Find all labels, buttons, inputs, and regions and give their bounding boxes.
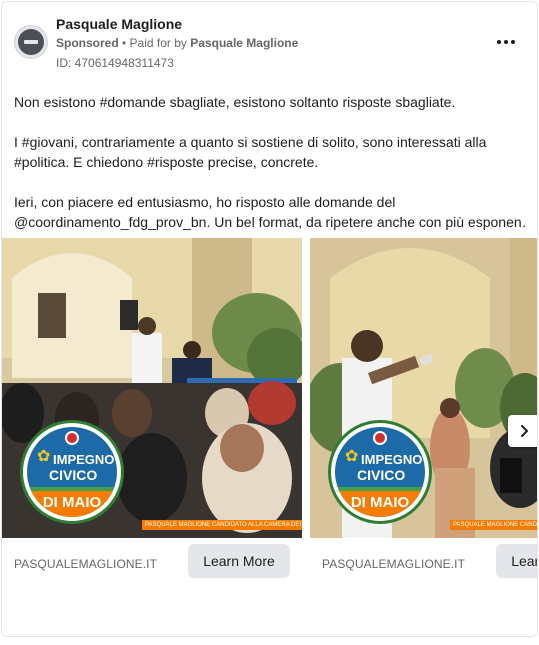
logo-text: CIVICO [49,467,98,483]
body-paragraph: Non esistono #domande sbagliate, esiston… [14,94,456,110]
logo-text: DI MAIO [350,494,410,511]
blocked-avatar-icon [18,29,44,55]
bee-icon: ✿ [345,448,359,465]
carousel-slide[interactable]: ✿ IMPEGNO CIVICO DI MAIO PASQUALE MAGLIO… [310,238,537,538]
logo-text: CIVICO [357,467,406,483]
ad-carousel[interactable]: ✿ IMPEGNO CIVICO DI MAIO PASQUALE MAGLIO… [2,238,537,538]
body-line: @coordinamento_fdg_prov_bn. Un bel forma… [14,214,528,230]
paid-for-by-label: Paid for by [129,36,187,50]
sponsored-post-card: Pasquale Maglione Sponsored • Paid for b… [1,1,538,637]
logo-text: IMPEGNO [53,452,115,467]
impegno-civico-logo: ✿ IMPEGNO CIVICO DI MAIO [328,420,432,524]
link-domain[interactable]: PASQUALEMAGLIONE.IT [322,557,465,571]
logo-text: IMPEGNO [361,452,423,467]
link-domain[interactable]: PASQUALEMAGLIONE.IT [14,557,157,571]
more-options-button[interactable] [493,32,519,52]
learn-more-button[interactable]: Learn More [188,544,290,578]
body-paragraph: Ieri, con piacere ed entusiasmo, ho risp… [14,192,528,232]
payer-name: Pasquale Maglione [190,36,299,50]
image-caption-bar: PASQUALE MAGLIONE CANDIDATO ALLA CAMERA … [142,520,302,530]
learn-more-button[interactable]: Learn More [496,544,537,578]
impegno-civico-logo: ✿ IMPEGNO CIVICO DI MAIO [20,420,124,524]
carousel-card-footer: PASQUALEMAGLIONE.IT Learn More [2,538,302,588]
sponsored-line: Sponsored • Paid for by Pasquale Maglion… [56,36,298,50]
carousel-card-footer: PASQUALEMAGLIONE.IT Learn More [310,538,537,588]
body-line: Ieri, con piacere ed entusiasmo, ho risp… [14,194,396,210]
ad-id: ID: 470614948311473 [56,56,174,70]
separator-dot: • [118,36,130,50]
bee-icon: ✿ [37,448,51,465]
chevron-right-icon [521,425,528,437]
post-header: Pasquale Maglione Sponsored • Paid for b… [2,2,537,78]
carousel-next-button[interactable] [508,415,537,447]
logo-text: DI MAIO [42,494,102,511]
page-avatar[interactable] [14,25,48,59]
sponsored-label: Sponsored [56,36,119,50]
carousel-slide[interactable]: ✿ IMPEGNO CIVICO DI MAIO PASQUALE MAGLIO… [2,238,302,538]
page-name[interactable]: Pasquale Maglione [56,16,182,32]
body-paragraph: I #giovani, contrariamente a quanto si s… [14,134,487,170]
image-caption-bar: PASQUALE MAGLIONE CANDIDATO ALLA CAMERA … [450,520,537,530]
post-body: Non esistono #domande sbagliate, esiston… [14,92,528,232]
more-horizontal-icon [497,40,501,44]
